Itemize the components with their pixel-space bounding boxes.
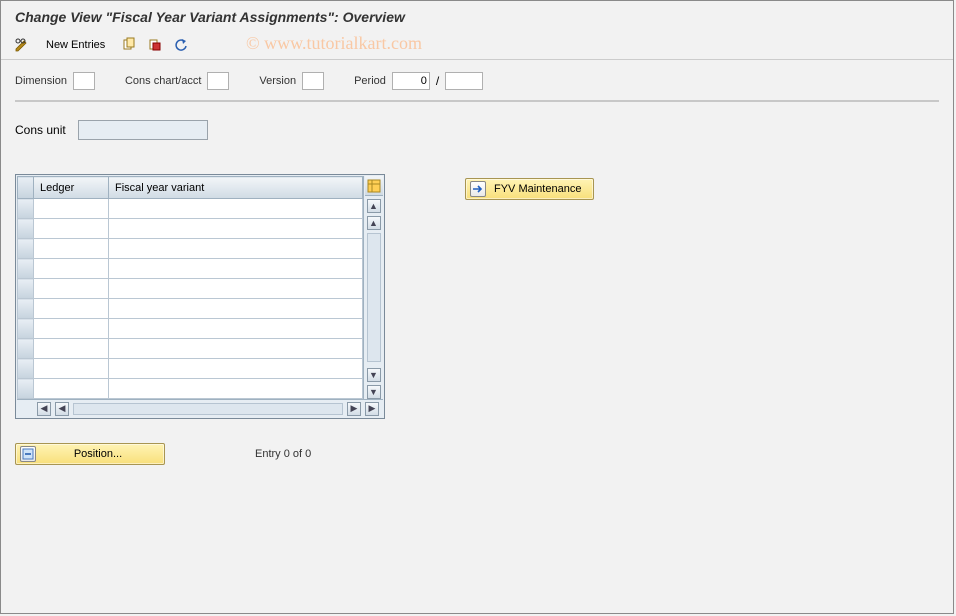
table-row[interactable] <box>18 339 363 359</box>
column-header-fyv[interactable]: Fiscal year variant <box>109 177 363 199</box>
position-icon <box>20 446 36 462</box>
cons-unit-row: Cons unit <box>1 106 953 154</box>
copy-icon <box>121 37 137 53</box>
vertical-scrollbar[interactable] <box>367 233 381 362</box>
pencil-glasses-icon <box>14 37 30 53</box>
scroll-down-button[interactable]: ▼ <box>367 368 381 382</box>
filter-bar: Dimension Cons chart/acct Version Period… <box>1 60 953 100</box>
fyv-maintenance-label: FYV Maintenance <box>494 183 581 195</box>
separator <box>15 100 939 102</box>
entry-counter: Entry 0 of 0 <box>255 448 311 460</box>
toolbar: New Entries <box>1 31 953 60</box>
dimension-input[interactable] <box>73 72 95 90</box>
period-label: Period <box>354 75 386 87</box>
dimension-label: Dimension <box>15 75 67 87</box>
scroll-up-button[interactable]: ▲ <box>367 199 381 213</box>
cons-chart-input[interactable] <box>207 72 229 90</box>
cons-unit-input[interactable] <box>78 120 208 140</box>
period-separator: / <box>436 74 439 88</box>
select-all-cell[interactable] <box>18 177 34 199</box>
table-row[interactable] <box>18 219 363 239</box>
period-input[interactable] <box>392 72 430 90</box>
arrow-right-icon <box>470 181 486 197</box>
new-entries-button[interactable]: New Entries <box>37 35 114 55</box>
table-row[interactable] <box>18 199 363 219</box>
position-label: Position... <box>44 448 152 460</box>
scroll-left-button[interactable]: ◀ <box>55 402 69 416</box>
position-button[interactable]: Position... <box>15 443 165 465</box>
table-row[interactable] <box>18 379 363 399</box>
table-row[interactable] <box>18 299 363 319</box>
table-settings-icon <box>367 179 381 193</box>
cons-chart-label: Cons chart/acct <box>125 75 201 87</box>
table-settings-button[interactable] <box>365 176 383 196</box>
scroll-down-button[interactable]: ▼ <box>367 385 381 399</box>
version-input[interactable] <box>302 72 324 90</box>
table-row[interactable] <box>18 259 363 279</box>
period-year-input[interactable] <box>445 72 483 90</box>
fyv-maintenance-button[interactable]: FYV Maintenance <box>465 178 594 200</box>
scroll-left-button[interactable]: ◀ <box>37 402 51 416</box>
scroll-right-button[interactable]: ▶ <box>347 402 361 416</box>
scroll-up-button[interactable]: ▲ <box>367 216 381 230</box>
table-row[interactable] <box>18 319 363 339</box>
table-row[interactable] <box>18 359 363 379</box>
table-row[interactable] <box>18 279 363 299</box>
version-label: Version <box>259 75 296 87</box>
table-row[interactable] <box>18 239 363 259</box>
column-header-ledger[interactable]: Ledger <box>34 177 109 199</box>
undo-icon <box>173 37 189 53</box>
copy-button[interactable] <box>118 35 140 55</box>
horizontal-scrollbar[interactable] <box>73 403 343 415</box>
undo-button[interactable] <box>170 35 192 55</box>
delete-icon <box>147 37 163 53</box>
scroll-right-button[interactable]: ▶ <box>365 402 379 416</box>
delete-button[interactable] <box>144 35 166 55</box>
data-grid: Ledger Fiscal year variant <box>15 174 385 419</box>
toggle-display-change-button[interactable] <box>11 35 33 55</box>
page-title: Change View "Fiscal Year Variant Assignm… <box>1 1 953 31</box>
cons-unit-label: Cons unit <box>15 123 66 137</box>
